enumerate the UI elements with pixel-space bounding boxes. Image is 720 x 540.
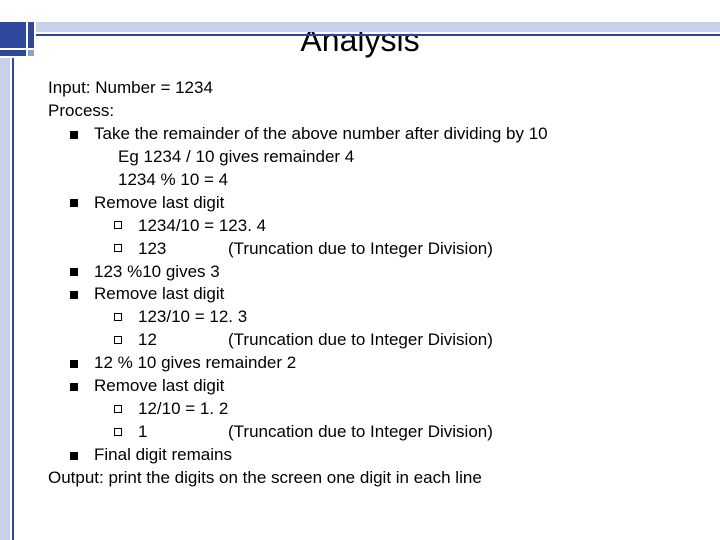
bullet-item: 123 %10 gives 3 xyxy=(48,261,690,284)
subbullet-item: 1 (Truncation due to Integer Division) xyxy=(48,421,690,444)
bullet-item: Take the remainder of the above number a… xyxy=(48,123,690,146)
input-line: Input: Number = 1234 xyxy=(48,77,690,100)
subbullet-right: (Truncation due to Integer Division) xyxy=(228,238,493,261)
subbullet-right: (Truncation due to Integer Division) xyxy=(228,421,493,444)
slide-title: Analysis xyxy=(0,22,720,59)
process-label: Process: xyxy=(48,100,690,123)
bullet-cont: 1234 % 10 = 4 xyxy=(48,169,690,192)
bullet-item: Remove last digit xyxy=(48,283,690,306)
subbullet-item: 123/10 = 12. 3 xyxy=(48,306,690,329)
subbullet-right: (Truncation due to Integer Division) xyxy=(228,329,493,352)
bullet-cont: Eg 1234 / 10 gives remainder 4 xyxy=(48,146,690,169)
bullet-item: Remove last digit xyxy=(48,192,690,215)
subbullet-item: 12 (Truncation due to Integer Division) xyxy=(48,329,690,352)
output-line: Output: print the digits on the screen o… xyxy=(48,467,690,490)
subbullet-item: 12/10 = 1. 2 xyxy=(48,398,690,421)
bullet-item: Remove last digit xyxy=(48,375,690,398)
bullet-item: 12 % 10 gives remainder 2 xyxy=(48,352,690,375)
subbullet-left: 123 xyxy=(138,238,228,261)
subbullet-left: 1 xyxy=(138,421,228,444)
subbullet-item: 123 (Truncation due to Integer Division) xyxy=(48,238,690,261)
bullet-item: Final digit remains xyxy=(48,444,690,467)
subbullet-item: 1234/10 = 123. 4 xyxy=(48,215,690,238)
slide-body: Input: Number = 1234 Process: Take the r… xyxy=(48,77,690,490)
subbullet-left: 12 xyxy=(138,329,228,352)
